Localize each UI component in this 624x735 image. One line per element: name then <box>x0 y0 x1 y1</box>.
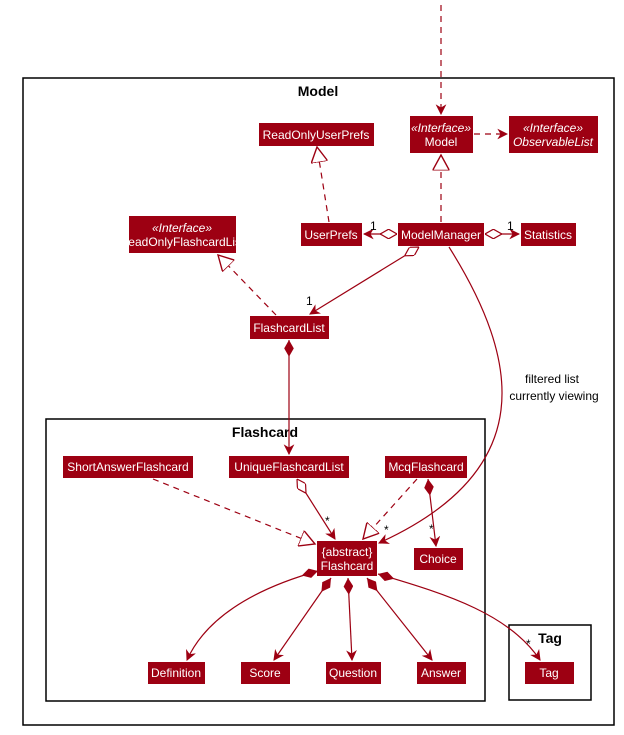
class-score[interactable]: Score <box>241 662 290 684</box>
note-line1: filtered list <box>525 372 580 386</box>
edge-mcq-extends-flashcard <box>363 478 418 539</box>
package-flashcard-label: Flashcard <box>232 424 298 440</box>
edge-flashcard-score <box>273 577 332 661</box>
edge-modelmanager-flashcard-filtered <box>378 246 503 544</box>
class-short-answer-flashcard[interactable]: ShortAnswerFlashcard <box>63 456 193 478</box>
svg-text:Question: Question <box>329 666 377 680</box>
class-user-prefs[interactable]: UserPrefs <box>301 223 362 246</box>
interface-read-only-flashcard-list[interactable]: «Interface»ReadOnlyFlashcardList <box>120 216 245 253</box>
svg-text:ObservableList: ObservableList <box>513 135 594 149</box>
mult-flashcardlist: 1 <box>306 294 313 308</box>
svg-text:Flashcard: Flashcard <box>321 559 374 573</box>
svg-text:«Interface»: «Interface» <box>411 121 471 135</box>
package-tag-label: Tag <box>538 630 562 646</box>
class-tag[interactable]: Tag <box>525 662 574 684</box>
mult-modelmanager-flashcard: * <box>384 523 389 537</box>
edge-userprefs-realizes-readonlyuserprefs <box>317 147 330 223</box>
svg-text:McqFlashcard: McqFlashcard <box>388 460 463 474</box>
mult-statistics: 1 <box>507 219 514 233</box>
class-statistics[interactable]: Statistics <box>521 223 576 246</box>
class-read-only-user-prefs[interactable]: ReadOnlyUserPrefs <box>259 123 374 146</box>
edge-shortanswer-extends-flashcard <box>152 478 315 544</box>
interface-model[interactable]: «Interface»Model <box>410 116 473 153</box>
edge-flashcard-definition <box>186 568 319 661</box>
svg-text:{abstract}: {abstract} <box>322 545 373 559</box>
class-flashcard-list[interactable]: FlashcardList <box>250 316 329 339</box>
package-model-label: Model <box>298 83 338 99</box>
mult-userprefs: 1 <box>370 219 377 233</box>
mult-uniquelist-flashcard: * <box>325 514 330 528</box>
svg-text:Score: Score <box>249 666 281 680</box>
svg-text:«Interface»: «Interface» <box>152 221 212 235</box>
mult-choice: * <box>429 522 434 536</box>
svg-text:ModelManager: ModelManager <box>401 228 481 242</box>
edge-flashcardlist-realizes-readonlyflashcardlist <box>218 255 277 316</box>
svg-text:ReadOnlyUserPrefs: ReadOnlyUserPrefs <box>263 128 370 142</box>
svg-text:Answer: Answer <box>421 666 461 680</box>
class-mcq-flashcard[interactable]: McqFlashcard <box>385 456 467 478</box>
svg-text:Tag: Tag <box>539 666 558 680</box>
svg-text:Model: Model <box>425 135 458 149</box>
interface-observable-list[interactable]: «Interface»ObservableList <box>509 116 598 153</box>
class-unique-flashcard-list[interactable]: UniqueFlashcardList <box>229 456 349 478</box>
svg-text:Choice: Choice <box>419 552 457 566</box>
class-question[interactable]: Question <box>326 662 381 684</box>
edge-flashcard-answer <box>366 577 433 661</box>
svg-text:Statistics: Statistics <box>524 228 572 242</box>
class-definition[interactable]: Definition <box>148 662 205 684</box>
note-line2: currently viewing <box>509 389 598 403</box>
edge-flashcard-question <box>343 577 357 662</box>
svg-text:«Interface»: «Interface» <box>523 121 583 135</box>
class-model-manager[interactable]: ModelManager <box>398 223 484 246</box>
class-choice[interactable]: Choice <box>414 548 463 570</box>
mult-tag: * <box>526 637 531 651</box>
edge-modelmanager-flashcardlist <box>310 247 419 314</box>
svg-text:Definition: Definition <box>151 666 201 680</box>
edge-uniquelist-flashcard <box>297 479 335 539</box>
svg-text:FlashcardList: FlashcardList <box>253 321 325 335</box>
svg-text:UserPrefs: UserPrefs <box>304 228 357 242</box>
svg-text:ReadOnlyFlashcardList: ReadOnlyFlashcardList <box>120 235 245 249</box>
svg-text:ShortAnswerFlashcard: ShortAnswerFlashcard <box>67 460 188 474</box>
svg-text:UniqueFlashcardList: UniqueFlashcardList <box>234 460 344 474</box>
class-answer[interactable]: Answer <box>417 662 466 684</box>
class-flashcard-abstract[interactable]: {abstract}Flashcard <box>317 541 377 576</box>
edge-flashcard-tag <box>377 571 541 661</box>
uml-class-diagram: Model Flashcard Tag 1 1 1 * * * * filter… <box>22 5 615 726</box>
